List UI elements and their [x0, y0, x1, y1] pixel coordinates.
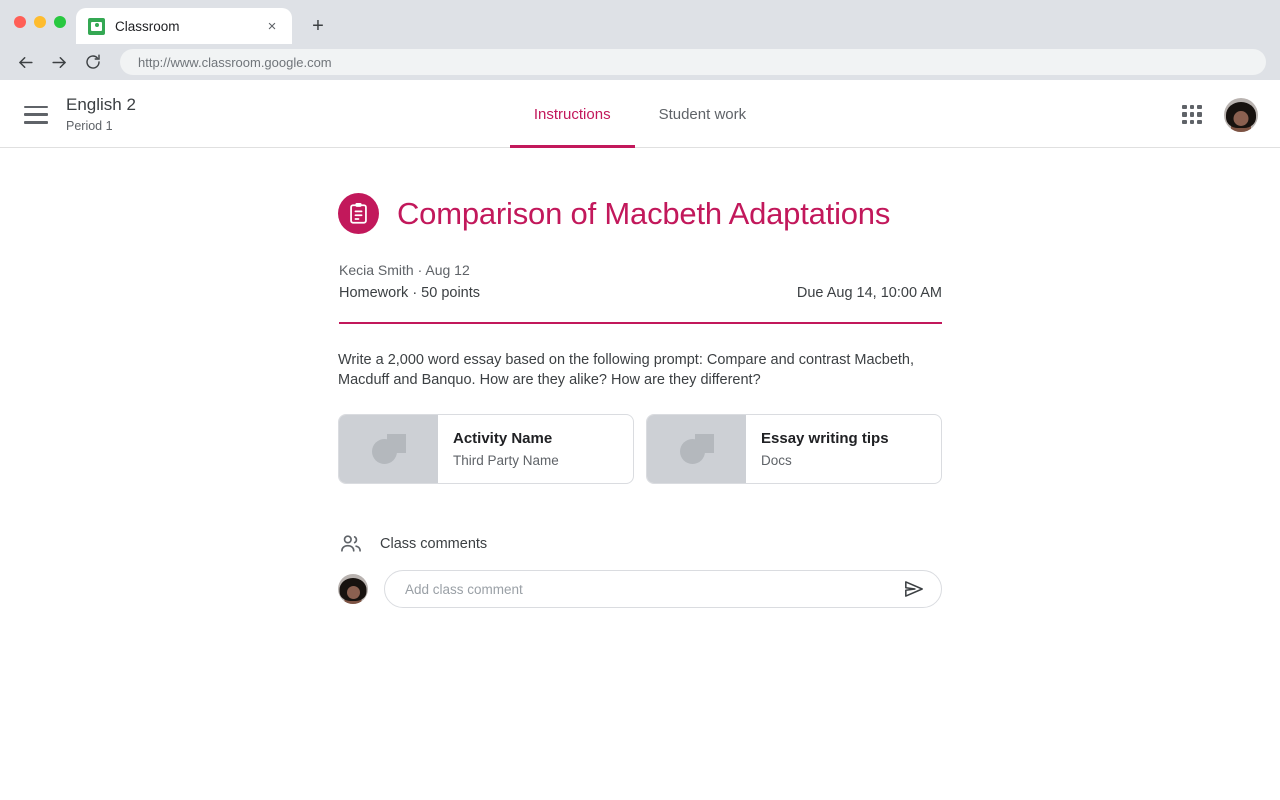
assignment-byline: Kecia Smith · Aug 12: [339, 262, 470, 278]
address-bar-url: http://www.classroom.google.com: [138, 54, 332, 70]
reload-icon[interactable]: [76, 47, 110, 77]
assignment-description: Write a 2,000 word essay based on the fo…: [338, 352, 915, 388]
window-close-button[interactable]: [14, 16, 26, 28]
assignment-type-points: Homework · 50 points: [339, 285, 481, 301]
avatar[interactable]: [1224, 97, 1258, 132]
browser-tab-title: Classroom: [115, 18, 180, 34]
assignment-title-row: Comparison of Macbeth Adaptations: [338, 193, 942, 234]
apps-grid-icon[interactable]: [1182, 104, 1202, 125]
browser-toolbar: http://www.classroom.google.com: [0, 44, 1280, 80]
class-comments-header: Class comments: [338, 534, 942, 554]
tab-student-work[interactable]: Student work: [635, 82, 771, 147]
header-right: [1182, 82, 1280, 147]
main-content: Comparison of Macbeth Adaptations Kecia …: [0, 148, 1280, 800]
attachment-list: Activity Name Third Party Name Essay wri…: [338, 414, 942, 484]
new-tab-button[interactable]: +: [304, 12, 332, 40]
browser-chrome: Classroom × + http://www.classroom.googl…: [0, 0, 1280, 82]
assignment-due-date: Due Aug 14, 10:00 AM: [796, 285, 942, 301]
attachment-subtitle: Docs: [761, 452, 792, 468]
course-info: English 2 Period 1: [66, 94, 136, 135]
address-bar[interactable]: http://www.classroom.google.com: [120, 49, 1266, 75]
assignment-clipboard-icon: [338, 193, 379, 234]
attachment-card[interactable]: Essay writing tips Docs: [646, 414, 942, 484]
tab-instructions[interactable]: Instructions: [509, 82, 635, 148]
course-section: Period 1: [66, 119, 113, 133]
hamburger-menu-icon[interactable]: [24, 105, 48, 124]
course-name: English 2: [66, 95, 136, 114]
avatar[interactable]: [338, 574, 368, 604]
browser-tab[interactable]: Classroom ×: [76, 8, 292, 44]
generic-attachment-icon: [647, 415, 746, 483]
close-icon[interactable]: ×: [262, 16, 282, 36]
page-title: Comparison of Macbeth Adaptations: [397, 195, 891, 231]
classroom-favicon: [88, 17, 105, 35]
send-icon[interactable]: [901, 576, 927, 602]
window-maximize-button[interactable]: [54, 16, 66, 28]
class-comments-label: Class comments: [380, 536, 488, 552]
attachment-card[interactable]: Activity Name Third Party Name: [338, 414, 634, 484]
header-left: English 2 Period 1: [0, 82, 420, 147]
assignment-meta: Kecia Smith · Aug 12 Homework · 50 point…: [338, 260, 942, 324]
back-icon[interactable]: [8, 47, 42, 77]
window-minimize-button[interactable]: [34, 16, 46, 28]
comment-input[interactable]: [405, 581, 901, 597]
app-header: English 2 Period 1 Instructions Student …: [0, 82, 1280, 148]
window-controls: [10, 0, 76, 44]
comment-input-wrapper[interactable]: [384, 570, 942, 608]
assignment-meta-row: Homework · 50 points Due Aug 14, 10:00 A…: [339, 285, 942, 301]
attachment-title: Activity Name: [453, 429, 553, 447]
attachment-body: Essay writing tips Docs: [746, 415, 941, 483]
divider: [339, 322, 942, 324]
generic-attachment-icon: [339, 415, 438, 483]
assignment-sheet: Comparison of Macbeth Adaptations Kecia …: [338, 148, 942, 608]
browser-tabstrip: Classroom × +: [0, 0, 1280, 44]
attachment-title: Essay writing tips: [761, 429, 889, 447]
forward-icon[interactable]: [42, 47, 76, 77]
people-icon: [341, 535, 361, 552]
attachment-body: Activity Name Third Party Name: [438, 415, 633, 483]
attachment-subtitle: Third Party Name: [453, 452, 559, 468]
comment-compose-row: [338, 570, 942, 608]
